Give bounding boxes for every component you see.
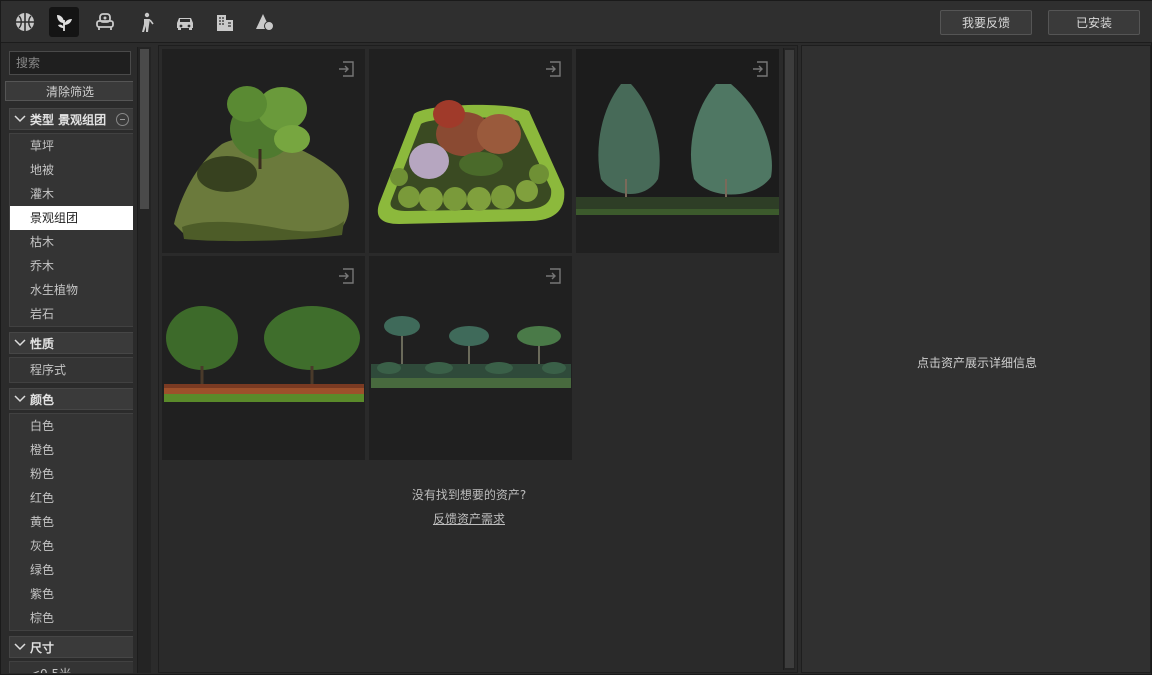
- import-icon[interactable]: [544, 266, 564, 286]
- asset-card[interactable]: [162, 49, 365, 253]
- feedback-asset-request-link[interactable]: 反馈资产需求: [159, 510, 779, 527]
- filter-item-deadwood[interactable]: 枯木: [10, 230, 133, 254]
- shapes-icon[interactable]: [250, 7, 280, 37]
- asset-card[interactable]: [369, 256, 572, 460]
- filter-item-brown[interactable]: 棕色: [10, 606, 133, 630]
- top-toolbar: 我要反馈 已安装: [1, 1, 1152, 43]
- size-section-header[interactable]: 尺寸: [9, 636, 133, 658]
- chevron-down-icon: [14, 115, 26, 123]
- asset-card[interactable]: [162, 256, 365, 460]
- import-icon[interactable]: [544, 59, 564, 79]
- asset-library-window: 我要反馈 已安装 清除筛选 类型 景观组团 草坪 地被 灌木 景观组团 枯木 乔…: [0, 0, 1152, 675]
- import-icon[interactable]: [337, 266, 357, 286]
- asset-thumbnail: [174, 86, 349, 242]
- import-icon[interactable]: [751, 59, 771, 79]
- furniture-armchair-icon[interactable]: [90, 7, 120, 37]
- detail-panel: 点击资产展示详细信息: [801, 45, 1151, 673]
- filter-item-tree[interactable]: 乔木: [10, 254, 133, 278]
- type-section-list: 草坪 地被 灌木 景观组团 枯木 乔木 水生植物 岩石: [9, 133, 133, 327]
- filter-item-size-small[interactable]: <0.5米: [10, 662, 133, 673]
- filter-item-pink[interactable]: 粉色: [10, 462, 133, 486]
- filter-item-shrub[interactable]: 灌木: [10, 182, 133, 206]
- filter-item-rock[interactable]: 岩石: [10, 302, 133, 326]
- import-icon[interactable]: [337, 59, 357, 79]
- size-section-title: 尺寸: [30, 640, 55, 655]
- clear-type-filter-icon[interactable]: [116, 113, 129, 126]
- filter-item-landscape-group[interactable]: 景观组团: [10, 206, 133, 230]
- asset-card[interactable]: [369, 49, 572, 253]
- asset-thumbnail: [164, 306, 364, 402]
- asset-thumbnail: [377, 100, 565, 224]
- vehicle-icon[interactable]: [170, 7, 200, 37]
- chevron-down-icon: [14, 339, 26, 347]
- asset-card[interactable]: [576, 49, 779, 253]
- sidebar-scrollbar-thumb[interactable]: [140, 49, 149, 209]
- color-section-list: 白色 橙色 粉色 红色 黄色 灰色 绿色 紫色 棕色: [9, 413, 133, 631]
- feedback-button[interactable]: 我要反馈: [940, 10, 1032, 35]
- nature-section-list: 程序式: [9, 357, 133, 383]
- chevron-down-icon: [14, 643, 26, 651]
- people-icon[interactable]: [131, 7, 161, 37]
- color-section-title: 颜色: [30, 392, 55, 407]
- asset-thumbnail: [371, 316, 571, 388]
- grid-scrollbar[interactable]: [783, 48, 795, 670]
- filter-item-yellow[interactable]: 黄色: [10, 510, 133, 534]
- not-found-text: 没有找到想要的资产?: [411, 488, 527, 502]
- grid-scrollbar-thumb[interactable]: [785, 50, 794, 668]
- asset-thumbnail: [576, 49, 779, 215]
- chevron-down-icon: [14, 395, 26, 403]
- filter-item-aquatic[interactable]: 水生植物: [10, 278, 133, 302]
- filter-item-green[interactable]: 绿色: [10, 558, 133, 582]
- filter-item-white[interactable]: 白色: [10, 414, 133, 438]
- filter-item-red[interactable]: 红色: [10, 486, 133, 510]
- filter-item-lawn[interactable]: 草坪: [10, 134, 133, 158]
- nature-section-title: 性质: [30, 336, 55, 351]
- installed-button[interactable]: 已安装: [1048, 10, 1140, 35]
- filter-item-groundcover[interactable]: 地被: [10, 158, 133, 182]
- building-icon[interactable]: [210, 7, 240, 37]
- color-section-header[interactable]: 颜色: [9, 388, 133, 410]
- detail-hint: 点击资产展示详细信息: [916, 356, 1037, 370]
- material-sphere-icon[interactable]: [10, 7, 40, 37]
- plants-icon[interactable]: [49, 7, 79, 37]
- nature-section-header[interactable]: 性质: [9, 332, 133, 354]
- type-section-header[interactable]: 类型 景观组团: [9, 108, 133, 130]
- filter-item-gray[interactable]: 灰色: [10, 534, 133, 558]
- filter-item-purple[interactable]: 紫色: [10, 582, 133, 606]
- type-section-title: 类型 景观组团: [30, 112, 107, 127]
- search-input[interactable]: [9, 51, 131, 75]
- size-section-list: <0.5米: [9, 661, 133, 673]
- clear-filter-button[interactable]: 清除筛选: [5, 81, 133, 101]
- asset-grid: 没有找到想要的资产? 反馈资产需求: [158, 45, 798, 673]
- filter-sidebar: 清除筛选 类型 景观组团 草坪 地被 灌木 景观组团 枯木 乔木 水生植物 岩石…: [5, 47, 133, 673]
- sidebar-scrollbar[interactable]: [137, 47, 151, 673]
- filter-item-procedural[interactable]: 程序式: [10, 358, 133, 382]
- filter-item-orange[interactable]: 橙色: [10, 438, 133, 462]
